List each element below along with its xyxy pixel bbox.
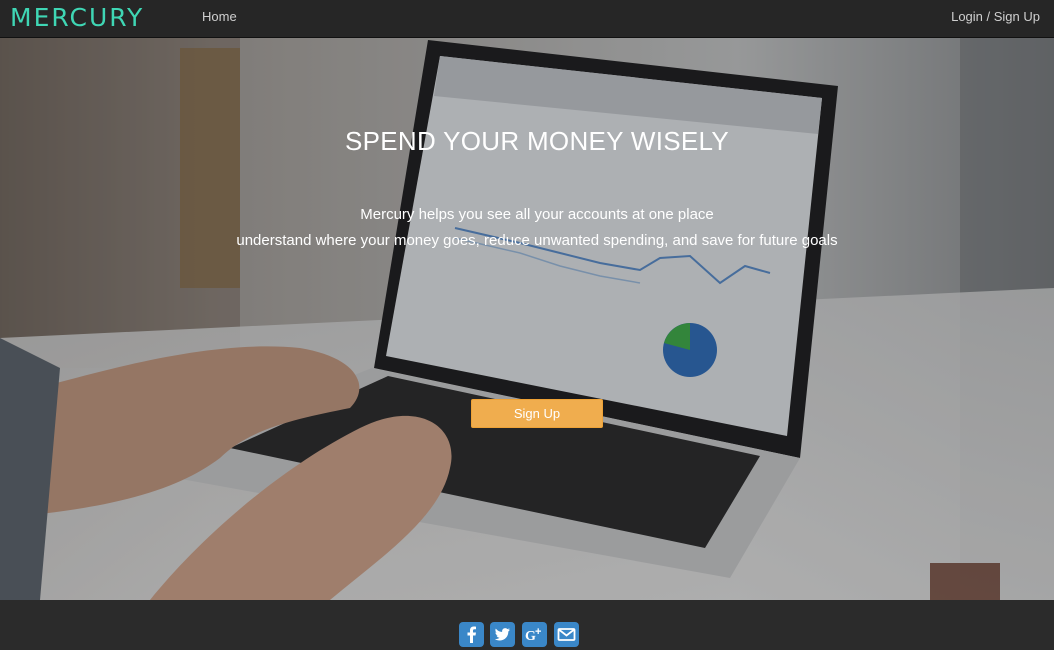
signup-button[interactable]: Sign Up <box>471 399 603 428</box>
svg-text:+: + <box>535 626 541 638</box>
nav-link-home[interactable]: Home <box>202 9 237 24</box>
twitter-icon[interactable] <box>490 622 515 647</box>
brand-logo[interactable]: MERCURY <box>10 3 144 32</box>
hero-tagline-line-2: understand where your money goes, reduce… <box>236 232 838 249</box>
email-icon[interactable] <box>554 622 579 647</box>
footer: G + <box>0 600 1054 650</box>
hero-section: SPEND YOUR MONEY WISELY Mercury helps yo… <box>0 38 1054 600</box>
navbar: MERCURY Home Login / Sign Up <box>0 0 1054 38</box>
google-plus-icon[interactable]: G + <box>522 622 547 647</box>
facebook-icon[interactable] <box>459 622 484 647</box>
hero-tagline-line-1: Mercury helps you see all your accounts … <box>360 206 714 223</box>
hero-title: SPEND YOUR MONEY WISELY <box>345 126 729 156</box>
hero-overlay <box>0 38 1054 600</box>
nav-link-login-signup[interactable]: Login / Sign Up <box>951 9 1040 24</box>
